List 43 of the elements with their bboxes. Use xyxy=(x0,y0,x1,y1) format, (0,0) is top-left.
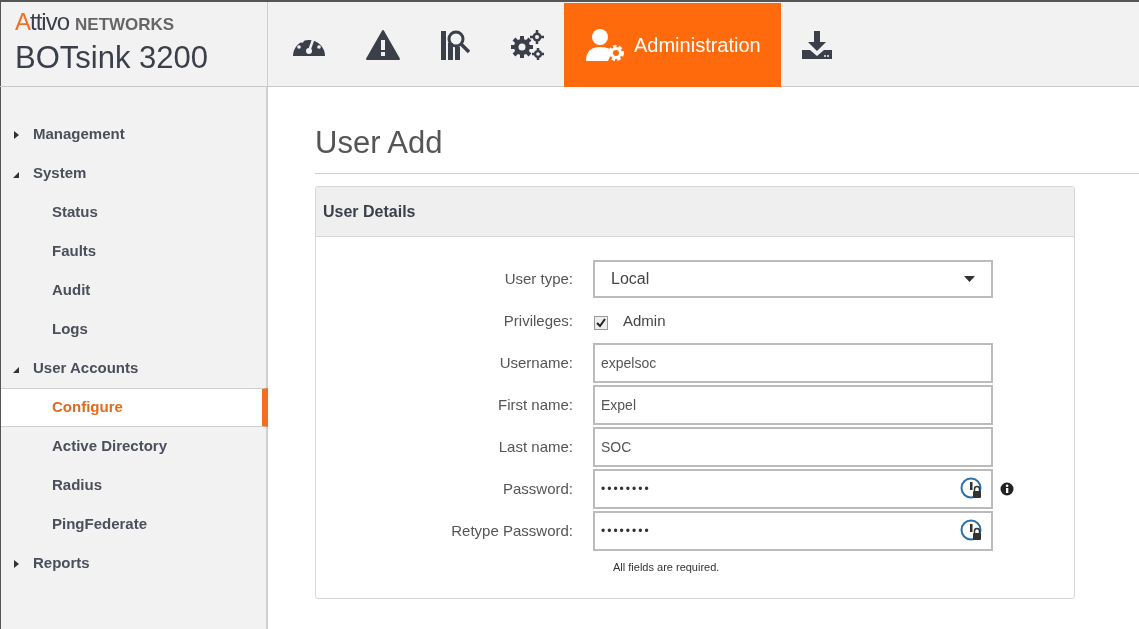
sidebar-item[interactable]: Management xyxy=(1,115,266,154)
field-label: Password: xyxy=(501,478,574,499)
company-logo-suffix: NETWORKS xyxy=(75,14,175,36)
input-field[interactable]: Expel xyxy=(593,385,993,425)
input-field[interactable]: SOC xyxy=(593,427,993,467)
warning-icon xyxy=(366,30,400,60)
user-gear-icon xyxy=(584,28,626,62)
field-label: Username: xyxy=(498,352,574,373)
company-logo: Attivo xyxy=(15,8,70,36)
password-manager-icon[interactable] xyxy=(960,477,984,501)
sidebar-subitem[interactable]: Radius xyxy=(1,466,266,505)
product-name: BOTsink 3200 xyxy=(15,38,208,77)
field-label: Retype Password: xyxy=(450,520,574,541)
input-field[interactable]: •••••••• xyxy=(593,469,993,509)
input-field[interactable]: •••••••• xyxy=(593,511,993,551)
sidebar-item[interactable]: Reports xyxy=(1,544,266,583)
chart-magnifier-icon xyxy=(440,29,470,61)
sidebar-item[interactable]: System xyxy=(1,154,266,193)
admin-checkbox[interactable] xyxy=(594,315,608,330)
sidebar-subitem[interactable]: Active Directory xyxy=(1,427,266,466)
expand-triangle-icon xyxy=(13,129,21,140)
form-note: All fields are required. xyxy=(613,560,720,575)
sidebar-subitem[interactable]: Status xyxy=(1,193,266,232)
gears-icon xyxy=(510,29,544,61)
info-icon[interactable] xyxy=(1000,482,1014,496)
panel-title: User Details xyxy=(323,201,416,222)
expand-triangle-icon xyxy=(13,558,21,569)
sidebar-subitem[interactable]: Audit xyxy=(1,271,266,310)
input-field[interactable]: expelsoc xyxy=(593,343,993,383)
password-manager-icon[interactable] xyxy=(960,519,984,543)
checkbox-label: Admin xyxy=(623,310,666,331)
field-label: Last name: xyxy=(497,436,574,457)
caret-icon xyxy=(964,276,975,282)
user-type-dropdown[interactable]: Local xyxy=(593,260,993,298)
field-label: User type: xyxy=(503,268,574,289)
field-label: First name: xyxy=(497,394,574,415)
sidebar-subitem[interactable]: PingFederate xyxy=(1,505,266,544)
sidebar-subitem[interactable]: Logs xyxy=(1,310,266,349)
page-title: User Add xyxy=(315,124,443,162)
download-icon xyxy=(800,30,833,60)
field-label: Privileges: xyxy=(502,310,574,331)
sidebar-subitem[interactable]: Faults xyxy=(1,232,266,271)
sidebar-item[interactable]: User Accounts xyxy=(1,349,266,388)
